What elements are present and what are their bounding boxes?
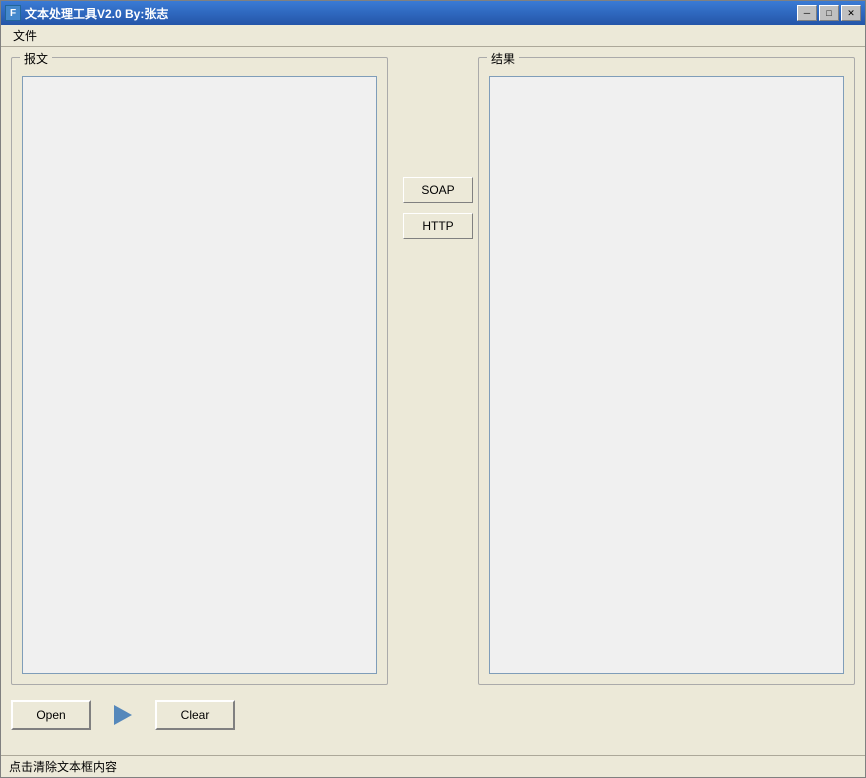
baowen-legend: 报文	[20, 50, 52, 67]
main-window: F 文本处理工具V2.0 By:张志 ─ □ ✕ 文件 报文	[0, 0, 866, 778]
play-triangle-icon	[114, 705, 132, 725]
title-bar: F 文本处理工具V2.0 By:张志 ─ □ ✕	[1, 1, 865, 25]
jieguo-group: 结果	[478, 57, 855, 685]
title-bar-left: F 文本处理工具V2.0 By:张志	[5, 5, 168, 22]
status-text: 点击清除文本框内容	[9, 758, 117, 775]
left-bottom-row: Open Clear	[11, 685, 388, 745]
clear-button[interactable]: Clear	[155, 700, 235, 730]
status-bar: 点击清除文本框内容	[1, 755, 865, 777]
menu-bar: 文件	[1, 25, 865, 47]
middle-column: SOAP HTTP	[398, 57, 478, 745]
left-bottom-buttons: Open Clear	[11, 700, 388, 730]
jieguo-legend: 结果	[487, 50, 519, 67]
right-bottom-spacer	[478, 685, 855, 745]
maximize-button[interactable]: □	[819, 5, 839, 21]
window-title: 文本处理工具V2.0 By:张志	[25, 5, 168, 22]
main-content: 报文 Open Clear SOAP HTTP	[1, 47, 865, 755]
right-panel: 结果	[478, 57, 855, 745]
soap-button[interactable]: SOAP	[403, 177, 473, 203]
app-icon: F	[5, 5, 21, 21]
jieguo-textarea[interactable]	[489, 76, 844, 674]
play-button[interactable]	[111, 703, 135, 727]
title-bar-controls: ─ □ ✕	[797, 5, 861, 21]
baowen-group: 报文	[11, 57, 388, 685]
panels-row: 报文 Open Clear SOAP HTTP	[11, 57, 855, 745]
menu-file[interactable]: 文件	[5, 25, 45, 46]
http-button[interactable]: HTTP	[403, 213, 473, 239]
left-panel: 报文 Open Clear	[11, 57, 388, 745]
baowen-textarea[interactable]	[22, 76, 377, 674]
close-button[interactable]: ✕	[841, 5, 861, 21]
open-button[interactable]: Open	[11, 700, 91, 730]
minimize-button[interactable]: ─	[797, 5, 817, 21]
